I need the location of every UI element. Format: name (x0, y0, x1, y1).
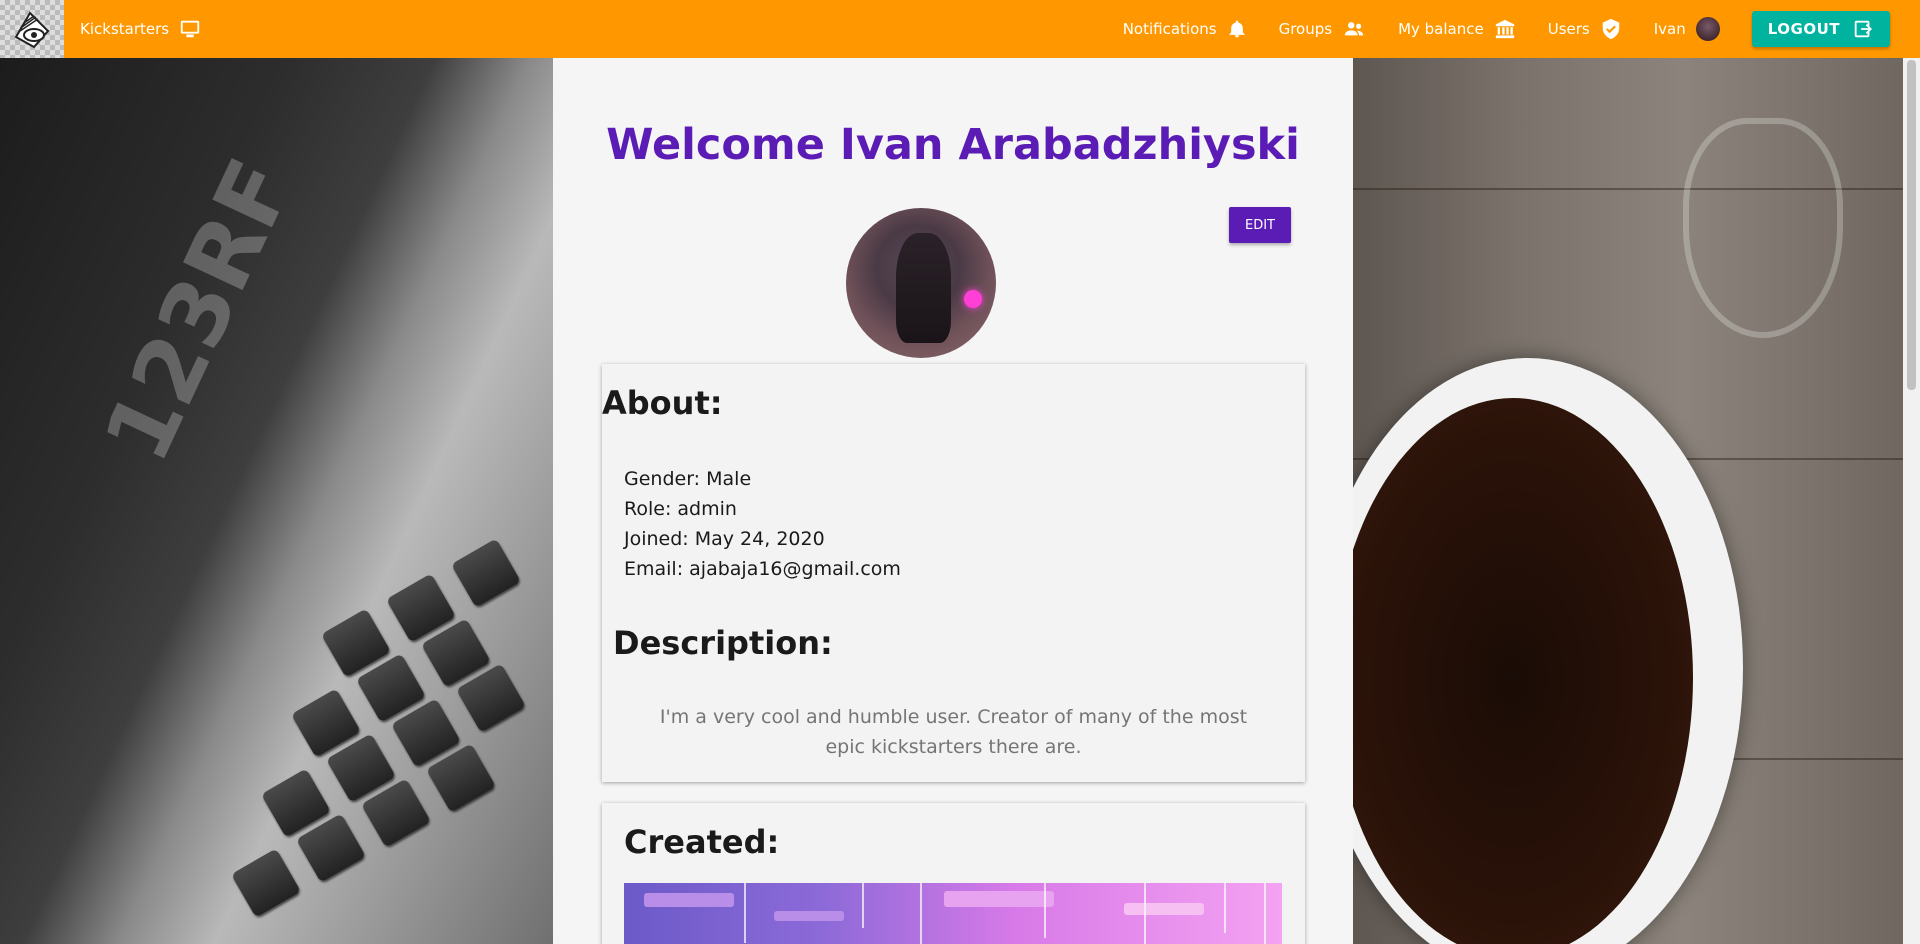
watermark-left: 123RF (84, 143, 315, 478)
nav-kickstarters[interactable]: Kickstarters (80, 0, 201, 58)
nav-my-balance[interactable]: My balance (1398, 0, 1516, 58)
rain-streak (744, 883, 746, 943)
kickstarter-thumbnail[interactable] (624, 883, 1282, 944)
page-scrollbar[interactable] (1903, 58, 1920, 944)
rain-streak (1264, 883, 1266, 944)
app-logo[interactable] (0, 0, 64, 58)
avatar-gem (964, 290, 982, 308)
page-title: Welcome Ivan Arabadzhiyski (606, 120, 1300, 170)
nav-notifications[interactable]: Notifications (1123, 0, 1247, 58)
bell-icon (1229, 20, 1245, 38)
rain-streak (862, 883, 864, 928)
pixel-cloud (944, 891, 1054, 907)
scrollbar-thumb[interactable] (1907, 60, 1916, 390)
description-heading: Description: (613, 624, 833, 662)
nav-kickstarters-label: Kickstarters (80, 20, 170, 38)
created-card: Created: (602, 803, 1305, 944)
pixel-cloud (774, 911, 844, 921)
nav-balance-label: My balance (1398, 20, 1484, 38)
email-field: Email: ajabaja16@gmail.com (624, 558, 901, 580)
about-card: About: Gender: Male Role: admin Joined: … (602, 364, 1305, 782)
nav-user-profile[interactable]: Ivan (1654, 0, 1720, 58)
keyboard-key (450, 538, 522, 608)
rain-streak (1224, 883, 1226, 933)
keyboard-key (230, 848, 302, 918)
rain-streak (920, 883, 922, 944)
rain-streak (1144, 883, 1146, 944)
bank-icon (1495, 19, 1514, 39)
pixel-cloud (644, 893, 734, 907)
people-icon (1344, 22, 1364, 36)
avatar-figure (896, 233, 951, 343)
nav-users-label: Users (1547, 20, 1590, 38)
coffee (1353, 398, 1693, 944)
rain-streak (1044, 883, 1046, 938)
nav-user-label: Ivan (1653, 20, 1686, 38)
description-text: I'm a very cool and humble user. Creator… (659, 706, 1248, 758)
about-heading: About: (602, 384, 723, 422)
background-photo-laptop: 123RF (0, 58, 553, 944)
nav-groups[interactable]: Groups (1279, 0, 1366, 58)
watermark-right (1683, 118, 1843, 338)
joined-field: Joined: May 24, 2020 (624, 528, 825, 550)
role-field: Role: admin (624, 498, 737, 520)
created-heading: Created: (624, 823, 780, 861)
eye-logo-icon (14, 11, 50, 49)
nav-users[interactable]: Users (1548, 0, 1622, 58)
user-avatar-mini (1695, 17, 1720, 41)
nav-groups-label: Groups (1278, 20, 1333, 38)
profile-avatar (846, 208, 996, 358)
monitor-icon (180, 20, 200, 38)
gender-field: Gender: Male (624, 468, 752, 490)
logout-label: LOGOUT (1767, 20, 1840, 38)
profile-panel: Welcome Ivan Arabadzhiyski EDIT About: G… (553, 58, 1353, 944)
user-info-list: Gender: Male Role: admin Joined: May 24,… (624, 464, 901, 584)
background-photo-coffee (1353, 58, 1903, 944)
coffee-cup (1353, 358, 1743, 944)
nav-notifications-label: Notifications (1122, 20, 1217, 38)
top-navigation-bar: Kickstarters Notifications Groups My bal… (0, 0, 1920, 58)
logout-button[interactable]: LOGOUT (1751, 11, 1890, 47)
verified-shield-icon (1602, 18, 1619, 40)
pixel-cloud (1124, 903, 1204, 915)
exit-icon (1854, 20, 1872, 38)
edit-profile-button[interactable]: EDIT (1229, 207, 1291, 243)
